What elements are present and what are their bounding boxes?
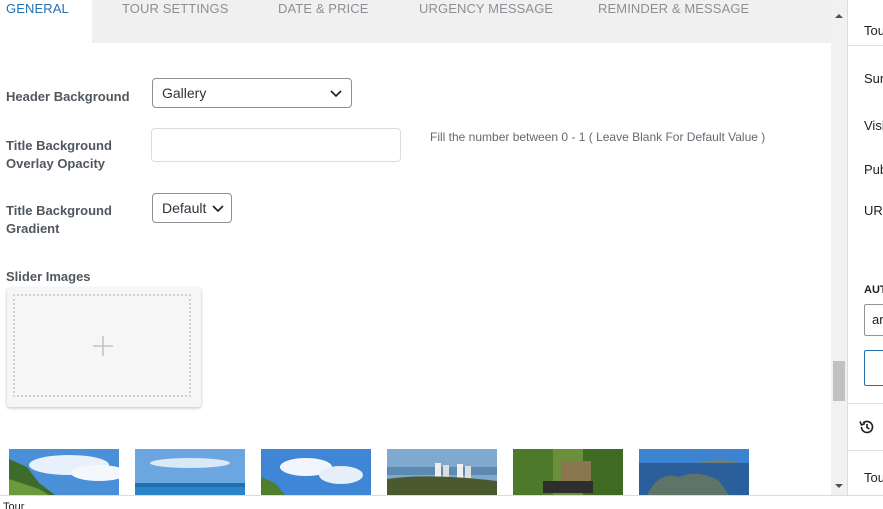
landscape-island-sea-icon bbox=[639, 449, 749, 495]
sidebar-button[interactable] bbox=[864, 350, 883, 386]
tab-bar: GENERAL TOUR SETTINGS DATE & PRICE URGEN… bbox=[0, 0, 831, 43]
plus-icon bbox=[93, 336, 113, 356]
scrollbar[interactable] bbox=[831, 0, 847, 495]
chevron-down-icon bbox=[330, 90, 342, 98]
sidebar-divider bbox=[848, 45, 883, 46]
tab-urgency-message-label: URGENCY MESSAGE bbox=[419, 1, 554, 16]
gallery-thumbnail[interactable] bbox=[639, 449, 749, 495]
title-gradient-select[interactable]: Default bbox=[152, 193, 232, 223]
sidebar-author-label: AUT bbox=[864, 284, 883, 296]
footer-breadcrumb[interactable]: Tour bbox=[3, 501, 24, 509]
title-gradient-label-line2: Gradient bbox=[6, 221, 60, 236]
scrollbar-thumb[interactable] bbox=[833, 361, 845, 401]
slider-images-label: Slider Images bbox=[6, 269, 91, 284]
gallery-thumbnail[interactable] bbox=[9, 449, 119, 495]
landscape-tree-sky-icon bbox=[261, 449, 371, 495]
landscape-sea-sky-icon bbox=[135, 449, 245, 495]
gallery-thumbnail[interactable] bbox=[387, 449, 497, 495]
sidebar-summary[interactable]: Sur bbox=[864, 71, 883, 86]
sidebar-divider bbox=[848, 450, 883, 451]
gallery-thumbnail[interactable] bbox=[135, 449, 245, 495]
slider-images-dropzone[interactable] bbox=[7, 288, 201, 407]
sidebar-tour-section[interactable]: Tou bbox=[864, 470, 883, 485]
header-background-label: Header Background bbox=[6, 89, 130, 104]
sidebar-author-input[interactable]: ar bbox=[864, 304, 883, 336]
title-opacity-help: Fill the number between 0 - 1 ( Leave Bl… bbox=[430, 130, 766, 144]
chevron-down-icon bbox=[212, 205, 224, 213]
landscape-forest-vehicle-icon bbox=[513, 449, 623, 495]
tab-urgency-message[interactable]: URGENCY MESSAGE bbox=[419, 0, 553, 43]
tab-general[interactable]: GENERAL bbox=[0, 0, 92, 43]
tab-date-price-label: DATE & PRICE bbox=[278, 1, 369, 16]
sidebar-visibility[interactable]: Visi bbox=[864, 118, 883, 133]
tab-general-label: GENERAL bbox=[6, 1, 69, 16]
general-panel: Header Background Gallery Title Backgrou… bbox=[0, 43, 831, 495]
title-gradient-label: Title Background Gradient bbox=[6, 202, 112, 238]
gallery-thumbnail[interactable] bbox=[513, 449, 623, 495]
landscape-city-hill-icon bbox=[387, 449, 497, 495]
title-gradient-value: Default bbox=[162, 200, 207, 216]
scroll-down-arrow-icon[interactable] bbox=[831, 478, 847, 494]
tab-reminder-message-label: REMINDER & MESSAGE bbox=[598, 1, 750, 16]
tab-tour-settings[interactable]: TOUR SETTINGS bbox=[122, 0, 229, 43]
title-opacity-input[interactable] bbox=[151, 128, 401, 162]
gallery-thumbnail[interactable] bbox=[261, 449, 371, 495]
tab-tour-settings-label: TOUR SETTINGS bbox=[122, 1, 229, 16]
editor-sidebar: Tou Sur Visi Pub URI AUT ar Tou bbox=[847, 0, 883, 495]
scroll-up-arrow-icon[interactable] bbox=[831, 8, 847, 24]
editor-footer: Tour bbox=[0, 495, 883, 509]
title-opacity-label: Title Background Overlay Opacity bbox=[6, 137, 112, 173]
sidebar-tab[interactable]: Tou bbox=[864, 23, 883, 38]
sidebar-divider bbox=[848, 403, 883, 404]
title-opacity-label-line2: Overlay Opacity bbox=[6, 156, 105, 171]
sidebar-publish[interactable]: Pub bbox=[864, 162, 883, 177]
tab-reminder-message[interactable]: REMINDER & MESSAGE bbox=[598, 0, 749, 43]
sidebar-url[interactable]: URI bbox=[864, 203, 883, 218]
header-background-value: Gallery bbox=[162, 85, 207, 101]
history-icon[interactable] bbox=[858, 418, 876, 436]
title-gradient-label-line1: Title Background bbox=[6, 203, 112, 218]
title-opacity-label-line1: Title Background bbox=[6, 138, 112, 153]
landscape-cliff-sky-icon bbox=[9, 449, 119, 495]
tab-date-price[interactable]: DATE & PRICE bbox=[278, 0, 369, 43]
header-background-select[interactable]: Gallery bbox=[152, 78, 352, 108]
